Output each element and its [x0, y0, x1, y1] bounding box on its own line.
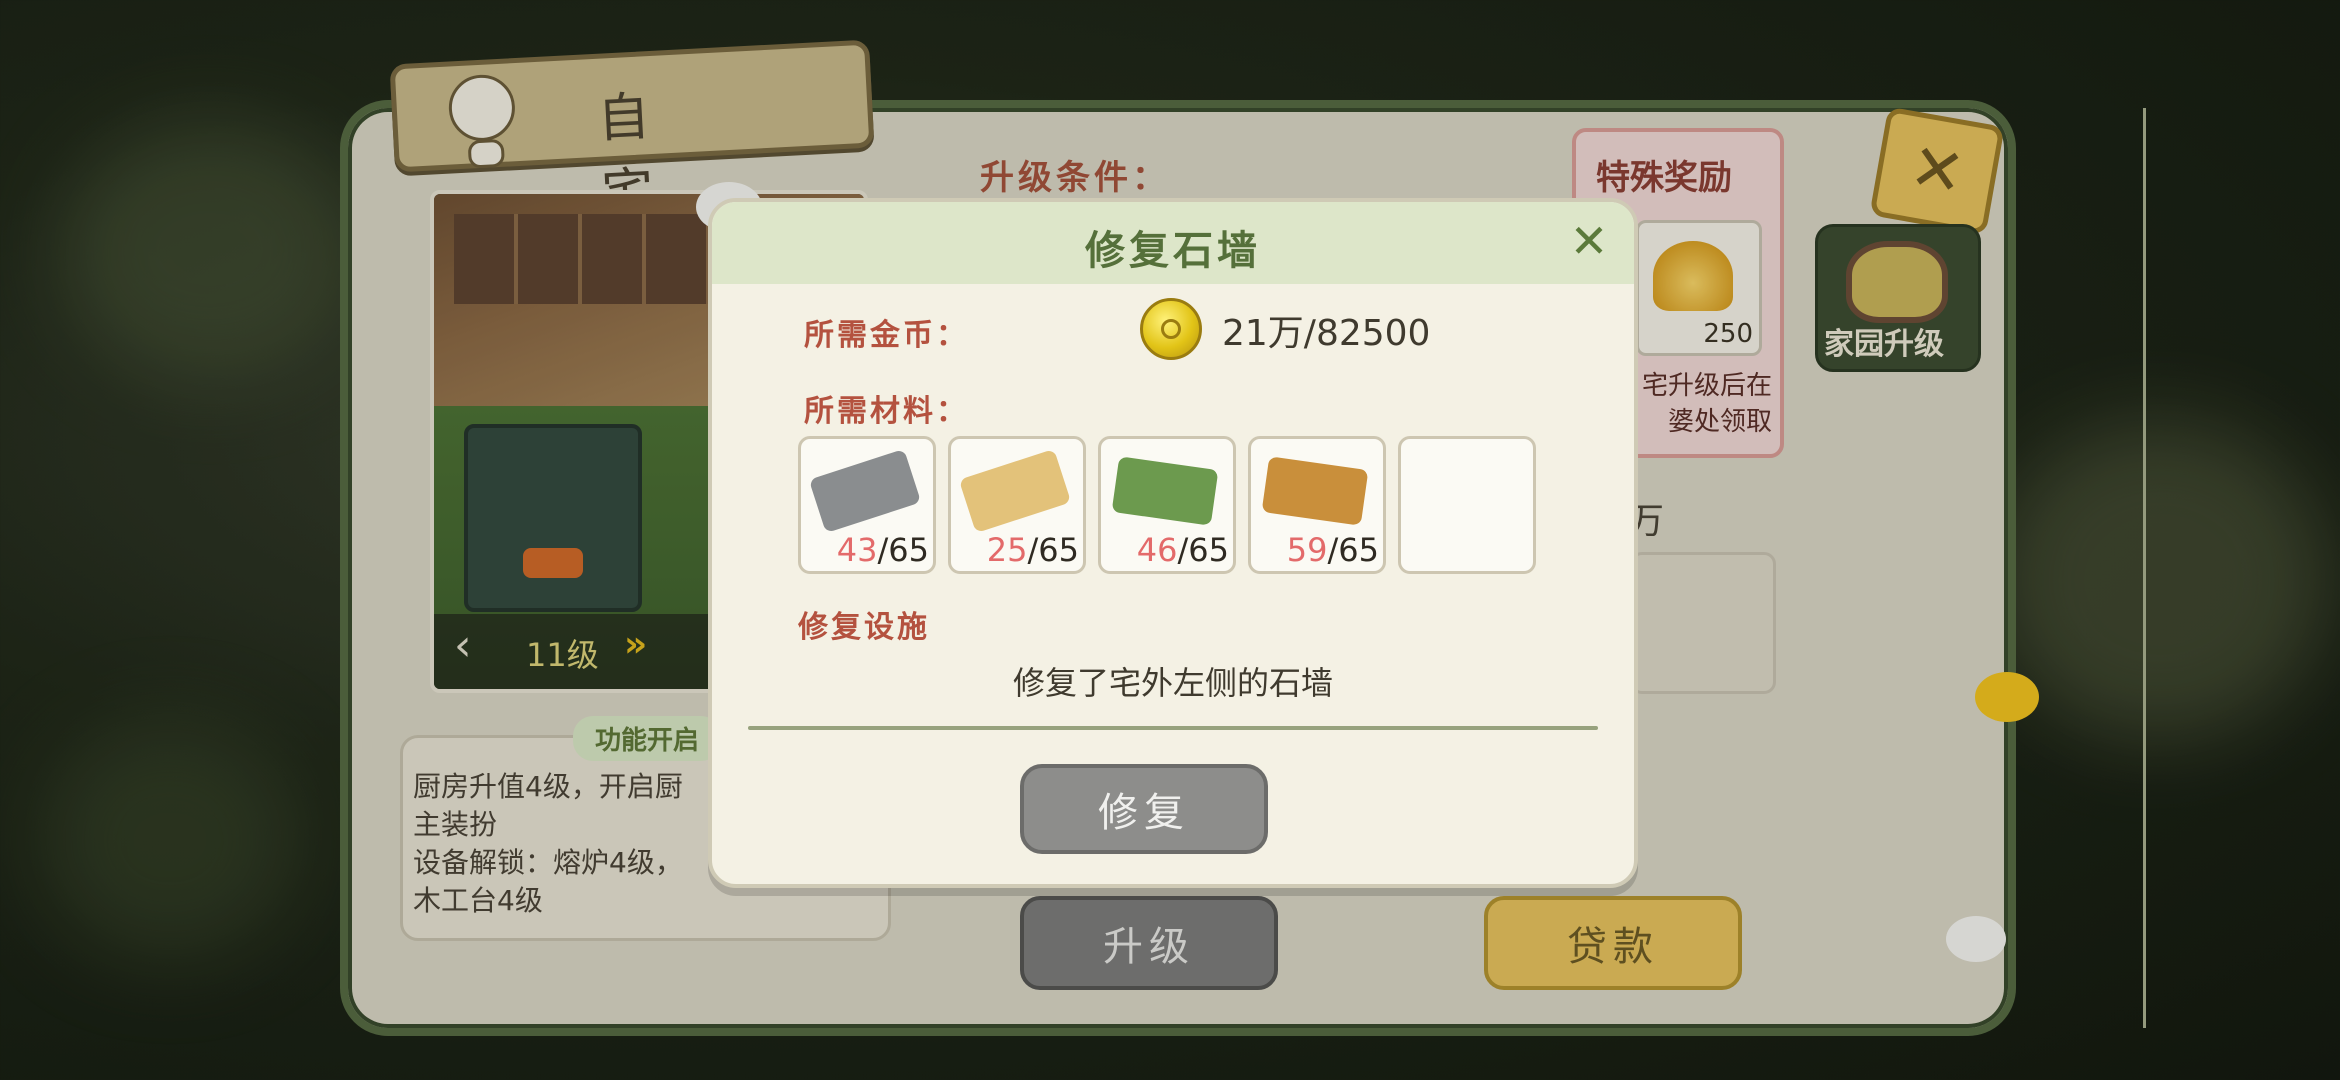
dark-wood-icon — [808, 448, 922, 534]
material-count: 43/65 — [836, 531, 929, 569]
material-count: 59/65 — [1286, 531, 1379, 569]
material-slot[interactable]: 59/65 — [1248, 436, 1386, 574]
dialog-close-icon[interactable]: ✕ — [1566, 218, 1612, 264]
empty-material-slot — [1398, 436, 1536, 574]
coin-label: 所需金币： — [804, 318, 969, 353]
divider — [748, 726, 1598, 730]
material-slot[interactable]: 46/65 — [1098, 436, 1236, 574]
materials-label: 所需材料： — [804, 394, 969, 429]
coin-value: 21万/82500 — [1222, 313, 1431, 354]
material-slot[interactable]: 25/65 — [948, 436, 1086, 574]
dialog-header: 修复石墙 ✕ — [712, 202, 1634, 284]
light-wood-icon — [958, 448, 1072, 534]
green-ingot-icon — [1111, 456, 1219, 526]
coin-icon — [1140, 298, 1202, 360]
material-slot[interactable]: 43/65 — [798, 436, 936, 574]
dialog-title: 修复石墙 — [1085, 228, 1261, 274]
facility-description: 修复了宅外左侧的石墙 — [1012, 664, 1333, 702]
repair-button[interactable]: 修复 — [1020, 764, 1268, 854]
repair-dialog: 修复石墙 ✕ 所需金币： 21万/82500 所需材料： 43/65 25/65… — [708, 198, 1638, 888]
facility-label: 修复设施 — [798, 610, 930, 645]
bronze-ingot-icon — [1261, 456, 1369, 526]
material-count: 46/65 — [1136, 531, 1229, 569]
material-count: 25/65 — [986, 531, 1079, 569]
